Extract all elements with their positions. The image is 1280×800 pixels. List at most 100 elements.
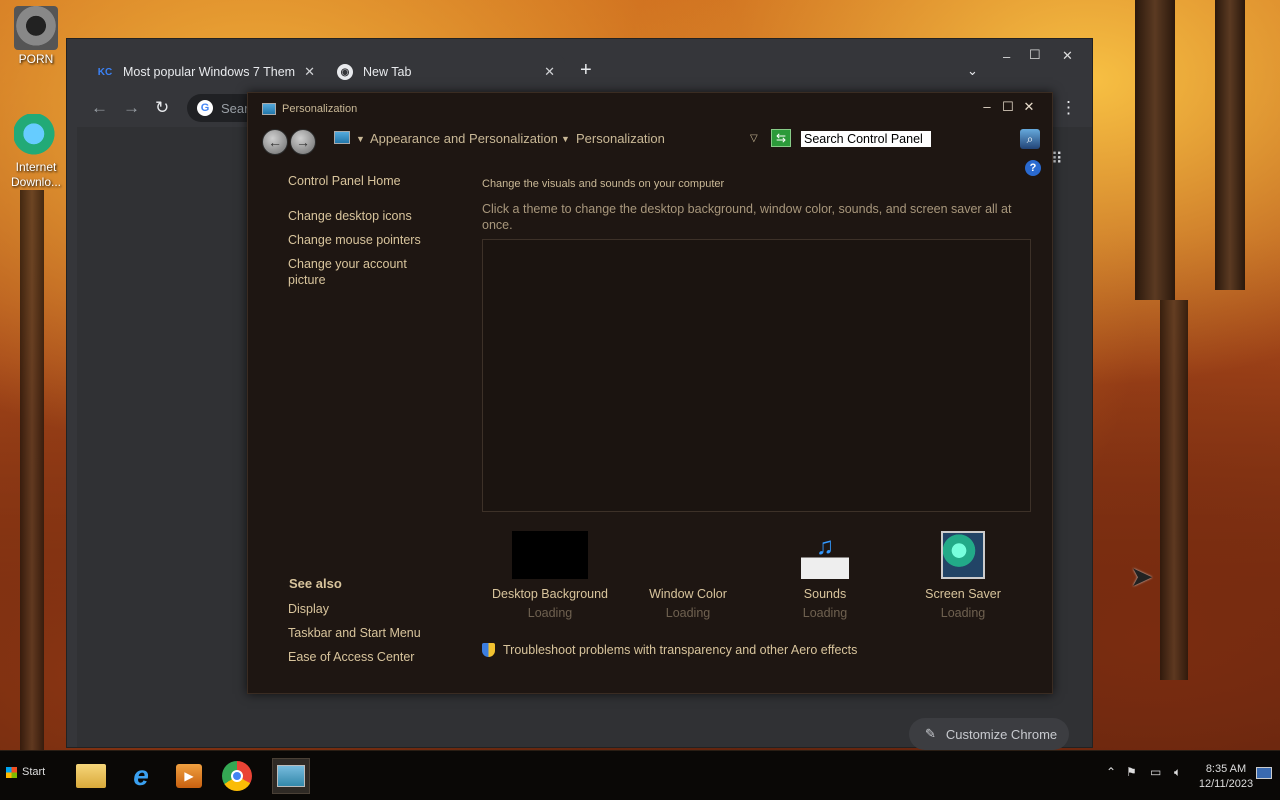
action-center-flag-icon[interactable]: ⚑ <box>1126 765 1137 779</box>
windows-logo-icon <box>6 766 17 778</box>
change-mouse-pointers-link[interactable]: Change mouse pointers <box>288 232 438 248</box>
chrome-favicon-icon: ◉ <box>337 64 353 80</box>
webcam-icon <box>14 6 58 50</box>
tab-search-chevron-icon[interactable]: ⌄ <box>967 63 978 79</box>
google-icon: G <box>197 100 213 116</box>
tree-trunk <box>1135 0 1175 300</box>
desktop-icon-label: PORN <box>18 52 54 66</box>
address-bar: ← → ▼ Appearance and Personalization ▼ P… <box>258 125 1040 155</box>
clock-date: 12/11/2023 <box>1198 778 1254 790</box>
taskbar-file-explorer[interactable] <box>72 758 110 794</box>
search-icon[interactable]: ⌕ <box>1020 129 1040 149</box>
desktop-background-thumbnail <box>512 531 588 579</box>
back-arrow-icon[interactable]: ← <box>262 129 288 155</box>
window-color-item[interactable]: Window Color Loading <box>618 531 758 620</box>
item-status: Loading <box>665 606 711 620</box>
item-label: Sounds <box>803 587 847 601</box>
item-label: Window Color <box>649 587 727 601</box>
customize-chrome-button[interactable]: ✎ Customize Chrome <box>909 718 1069 750</box>
taskbar-control-panel[interactable] <box>272 758 310 794</box>
reload-icon[interactable]: ↻ <box>155 98 169 118</box>
change-account-picture-link[interactable]: Change your account picture <box>288 256 428 288</box>
breadcrumb-appearance[interactable]: Appearance and Personalization <box>370 131 558 146</box>
network-icon[interactable]: ▭ <box>1150 765 1161 779</box>
forward-arrow-icon[interactable]: → <box>123 98 140 118</box>
sounds-item[interactable]: ♫ Sounds Loading <box>755 531 895 620</box>
screen-saver-item[interactable]: Screen Saver Loading <box>893 531 1033 620</box>
tree-trunk <box>20 190 44 750</box>
window-title-text: Personalization <box>282 103 358 115</box>
minimize-icon[interactable]: – <box>1003 49 1010 64</box>
taskbar: Start e ▶ ⌃ ⚑ ▭ 🔈︎ 8:35 AM 12/11/2023 <box>0 750 1280 800</box>
tab-new-tab[interactable]: ◉ New Tab ✕ <box>327 55 565 89</box>
personalization-window: Personalization – ☐ ✕ ← → ▼ Appearance a… <box>247 92 1053 694</box>
shield-icon <box>482 643 495 657</box>
maximize-icon[interactable]: ☐ <box>999 99 1017 115</box>
breadcrumb-chevron-icon[interactable]: ▼ <box>356 134 365 144</box>
taskbar-chrome[interactable] <box>218 758 256 794</box>
desktop-icon-label: Internet Downlo... <box>10 160 62 189</box>
control-panel-home-link[interactable]: Control Panel Home <box>288 173 438 189</box>
idm-globe-icon <box>14 114 58 158</box>
ease-of-access-link[interactable]: Ease of Access Center <box>288 649 438 665</box>
close-tab-icon[interactable]: ✕ <box>304 64 315 80</box>
theme-list[interactable] <box>482 239 1031 512</box>
item-label: Desktop Background <box>491 587 609 601</box>
breadcrumb-personalization[interactable]: Personalization <box>576 131 665 146</box>
change-desktop-icons-link[interactable]: Change desktop icons <box>288 208 438 224</box>
minimize-icon[interactable]: – <box>978 99 996 114</box>
pencil-icon: ✎ <box>925 726 936 741</box>
page-subtitle: Change the visuals and sounds on your co… <box>482 178 725 190</box>
help-icon[interactable]: ? <box>1025 160 1041 176</box>
taskbar-media-player[interactable]: ▶ <box>170 758 208 794</box>
taskbar-start-menu-link[interactable]: Taskbar and Start Menu <box>288 625 438 641</box>
tab-windows7-themes[interactable]: KC Most popular Windows 7 Theme ✕ <box>87 55 325 89</box>
chrome-menu-icon[interactable]: ⋮ <box>1060 98 1077 118</box>
kc-favicon-icon: KC <box>97 66 113 78</box>
system-clock[interactable]: 8:35 AM 12/11/2023 <box>1196 762 1256 792</box>
show-hidden-icons-chevron-icon[interactable]: ⌃ <box>1106 765 1116 779</box>
volume-muted-icon[interactable]: 🔈︎ <box>1174 765 1181 780</box>
close-window-icon[interactable]: ✕ <box>1020 99 1038 115</box>
taskbar-internet-explorer[interactable]: e <box>122 758 160 794</box>
window-title: Personalization <box>262 103 357 115</box>
desktop-icon-internet-download-manager[interactable]: Internet Downlo... <box>4 114 68 190</box>
breadcrumb-chevron-icon[interactable]: ▼ <box>561 134 570 144</box>
desktop-icon-porn[interactable]: PORN <box>4 6 68 67</box>
tree-trunk <box>1215 0 1245 290</box>
start-label: Start <box>22 766 46 778</box>
refresh-icon[interactable]: ⇆ <box>771 129 791 147</box>
item-status: Loading <box>940 606 986 620</box>
omnibox-text: Sear <box>221 100 249 116</box>
maximize-icon[interactable]: ☐ <box>1029 47 1041 63</box>
control-panel-icon <box>277 765 305 787</box>
tab-label: New Tab <box>363 65 412 79</box>
new-tab-plus-icon[interactable]: + <box>580 59 592 82</box>
media-player-icon: ▶ <box>176 764 202 788</box>
internet-explorer-icon: e <box>133 760 149 791</box>
chrome-tab-strip: KC Most popular Windows 7 Theme ✕ ◉ New … <box>77 55 1092 89</box>
close-tab-icon[interactable]: ✕ <box>544 64 555 80</box>
item-status: Loading <box>527 606 573 620</box>
see-also-heading: See also <box>289 576 342 591</box>
sounds-music-icon: ♫ <box>801 531 849 579</box>
tree-trunk <box>1160 300 1188 680</box>
folder-icon <box>76 764 106 788</box>
start-button[interactable]: Start <box>2 758 54 786</box>
customize-label: Customize Chrome <box>945 726 1058 742</box>
search-control-panel-input[interactable]: Search Control Panel <box>801 131 931 147</box>
screen-saver-monitor-icon <box>941 531 985 579</box>
show-desktop-icon[interactable] <box>1256 767 1272 779</box>
control-panel-icon <box>262 103 276 115</box>
address-dropdown-icon[interactable]: ▽ <box>750 133 758 144</box>
tab-label: Most popular Windows 7 Theme <box>123 65 295 79</box>
desktop-background-item[interactable]: Desktop Background Loading <box>480 531 620 620</box>
display-link[interactable]: Display <box>288 601 438 617</box>
close-window-icon[interactable]: ✕ <box>1062 48 1073 64</box>
troubleshoot-transparency-link[interactable]: Troubleshoot problems with transparency … <box>482 643 857 657</box>
control-panel-small-icon <box>334 131 350 144</box>
item-label: Screen Saver <box>925 587 1001 601</box>
troubleshoot-label: Troubleshoot problems with transparency … <box>503 643 858 657</box>
back-arrow-icon[interactable]: ← <box>91 98 108 118</box>
forward-arrow-icon[interactable]: → <box>290 129 316 155</box>
